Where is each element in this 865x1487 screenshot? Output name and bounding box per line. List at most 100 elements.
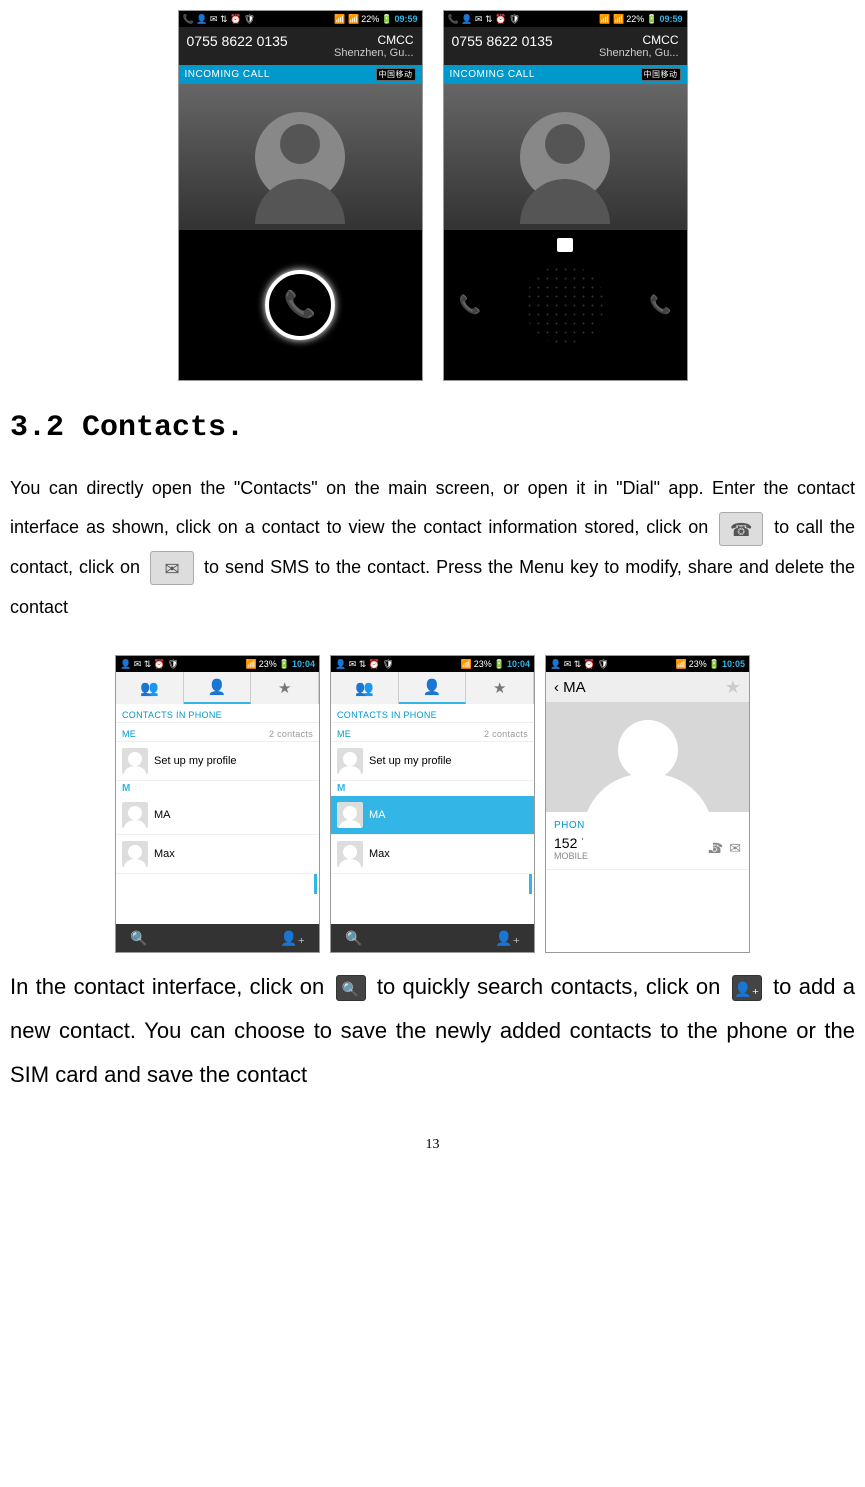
incoming-label: INCOMING CALL — [185, 69, 270, 80]
answer-ring-dots[interactable] — [505, 245, 625, 365]
accept-icon[interactable]: 📞 — [649, 294, 671, 315]
battery-pct: 22% — [361, 14, 379, 24]
phone-contacts-list: 👤 ✉ ⇅ ⏰ 🛡 📶 23% 🔋 10:04 👥 👤 ★ CONTACTS I… — [115, 655, 320, 953]
phone-contacts-list-selected: 👤 ✉ ⇅ ⏰ 🛡 📶 23% 🔋 10:04 👥 👤 ★ CONTACTS I… — [330, 655, 535, 953]
search-icon[interactable]: 🔍 — [130, 930, 147, 947]
detail-header: ‹ MA ★ — [546, 672, 749, 702]
contact-name: MA — [154, 809, 171, 821]
tab-favorites[interactable]: ★ — [466, 672, 534, 704]
contact-row[interactable]: Max — [116, 835, 319, 874]
tab-favorites[interactable]: ★ — [251, 672, 319, 704]
status-bar: 👤 ✉ ⇅ ⏰ 🛡 📶 23% 🔋 10:04 — [116, 656, 319, 672]
contact-name: Max — [154, 848, 175, 860]
battery-pct: 23% — [259, 659, 277, 669]
incoming-label: INCOMING CALL — [450, 69, 535, 80]
tab-groups[interactable]: 👥 — [116, 672, 184, 704]
contacts-in-phone-label: CONTACTS IN PHONE — [122, 710, 222, 720]
search-icon[interactable]: 🔍 — [345, 930, 362, 947]
sms-icon[interactable]: ✉ — [729, 840, 741, 857]
caller-avatar — [444, 84, 687, 230]
setup-profile-label: Set up my profile — [369, 755, 452, 767]
detail-name: MA — [563, 679, 586, 696]
search-contacts-icon: 🔍 — [336, 975, 366, 1001]
decline-icon[interactable]: 📞 — [459, 294, 481, 315]
p2-b: to quickly search contacts, click on — [377, 974, 728, 999]
paragraph-1: You can directly open the "Contacts" on … — [10, 469, 855, 627]
dial-contact-icon: ☎ — [719, 512, 763, 546]
setup-profile-label: Set up my profile — [154, 755, 237, 767]
tab-all[interactable]: 👤 — [399, 672, 467, 704]
phone-incoming-expanded: 📞 👤 ✉ ⇅ ⏰ 🛡 📶 📶 22% 🔋 09:59 0755 8622 01… — [443, 10, 688, 381]
carrier-badge: 中国移动 — [641, 68, 681, 81]
add-contact-icon[interactable]: 👤₊ — [495, 930, 520, 947]
incoming-bar: INCOMING CALL 中国移动 — [179, 65, 422, 84]
sms-contact-icon: ✉ — [150, 551, 194, 585]
paragraph-2: In the contact interface, click on 🔍 to … — [10, 965, 855, 1097]
me-label: ME — [337, 729, 351, 739]
phone-type: MOBILE — [554, 851, 647, 861]
setup-profile-row[interactable]: Set up my profile — [116, 742, 319, 781]
clock: 10:04 — [292, 659, 315, 669]
clock: 09:59 — [659, 14, 682, 24]
phone-contact-detail: 👤 ✉ ⇅ ⏰ 🛡 📶 23% 🔋 10:05 ‹ MA ★ PHONE 152… — [545, 655, 750, 953]
me-label: ME — [122, 729, 136, 739]
detail-avatar — [546, 702, 749, 812]
clock: 09:59 — [394, 14, 417, 24]
status-bar: 📞 👤 ✉ ⇅ ⏰ 🛡 📶 📶 22% 🔋 09:59 — [179, 11, 422, 27]
clock: 10:05 — [722, 659, 745, 669]
carrier-badge: 中国移动 — [376, 68, 416, 81]
tab-all[interactable]: 👤 — [184, 672, 252, 704]
contact-row[interactable]: MA — [116, 796, 319, 835]
status-bar: 👤 ✉ ⇅ ⏰ 🛡 📶 23% 🔋 10:05 — [546, 656, 749, 672]
call-header: 0755 8622 0135 CMCC Shenzhen, Gu... — [179, 27, 422, 65]
status-bar: 👤 ✉ ⇅ ⏰ 🛡 📶 23% 🔋 10:04 — [331, 656, 534, 672]
contact-name: MA — [369, 809, 386, 821]
answer-area-expanded[interactable]: 📞 📞 — [444, 230, 687, 380]
avatar-icon — [122, 748, 148, 774]
scroll-indicator — [314, 874, 317, 894]
battery-pct: 23% — [474, 659, 492, 669]
page-number: 13 — [10, 1137, 855, 1153]
bottom-bar: 🔍 👤₊ — [331, 924, 534, 952]
contacts-in-phone-label: CONTACTS IN PHONE — [337, 710, 437, 720]
section-heading: 3.2 Contacts. — [10, 411, 855, 445]
contacts-count: 2 contacts — [484, 729, 528, 739]
incoming-bar: INCOMING CALL 中国移动 — [444, 65, 687, 84]
phone-icon: 📞 — [284, 289, 316, 320]
battery-pct: 23% — [689, 659, 707, 669]
p2-a: In the contact interface, click on — [10, 974, 332, 999]
scroll-indicator — [529, 874, 532, 894]
contact-row[interactable]: Max — [331, 835, 534, 874]
favorite-star-icon[interactable]: ★ — [725, 677, 741, 698]
contacts-row: 👤 ✉ ⇅ ⏰ 🛡 📶 23% 🔋 10:04 👥 👤 ★ CONTACTS I… — [10, 655, 855, 953]
answer-area[interactable]: 📞 — [179, 230, 422, 380]
contacts-section-header: CONTACTS IN PHONE — [116, 704, 319, 723]
avatar-icon — [122, 802, 148, 828]
answer-ring[interactable]: 📞 — [265, 270, 335, 340]
contacts-count: 2 contacts — [269, 729, 313, 739]
avatar-icon — [337, 802, 363, 828]
bottom-bar: 🔍 👤₊ — [116, 924, 319, 952]
contacts-section-header: CONTACTS IN PHONE — [331, 704, 534, 723]
contacts-tabs: 👥 👤 ★ — [116, 672, 319, 704]
avatar-icon — [122, 841, 148, 867]
back-button[interactable]: ‹ MA — [554, 679, 586, 696]
add-contact-icon[interactable]: 👤₊ — [280, 930, 305, 947]
letter-header: M — [331, 781, 534, 796]
me-header: ME 2 contacts — [331, 723, 534, 742]
contact-name: Max — [369, 848, 390, 860]
letter-header: M — [116, 781, 319, 796]
call-header: 0755 8622 0135 CMCC Shenzhen, Gu... — [444, 27, 687, 65]
setup-profile-row[interactable]: Set up my profile — [331, 742, 534, 781]
caller-avatar — [179, 84, 422, 230]
contact-row-selected[interactable]: MA — [331, 796, 534, 835]
battery-pct: 22% — [626, 14, 644, 24]
phone-incoming-ring: 📞 👤 ✉ ⇅ ⏰ 🛡 📶 📶 22% 🔋 09:59 0755 8622 01… — [178, 10, 423, 381]
tab-groups[interactable]: 👥 — [331, 672, 399, 704]
me-header: ME 2 contacts — [116, 723, 319, 742]
clock: 10:04 — [507, 659, 530, 669]
contacts-tabs: 👥 👤 ★ — [331, 672, 534, 704]
incoming-call-row: 📞 👤 ✉ ⇅ ⏰ 🛡 📶 📶 22% 🔋 09:59 0755 8622 01… — [10, 10, 855, 381]
status-bar: 📞 👤 ✉ ⇅ ⏰ 🛡 📶 📶 22% 🔋 09:59 — [444, 11, 687, 27]
add-contact-icon-inline: 👤₊ — [732, 975, 762, 1001]
